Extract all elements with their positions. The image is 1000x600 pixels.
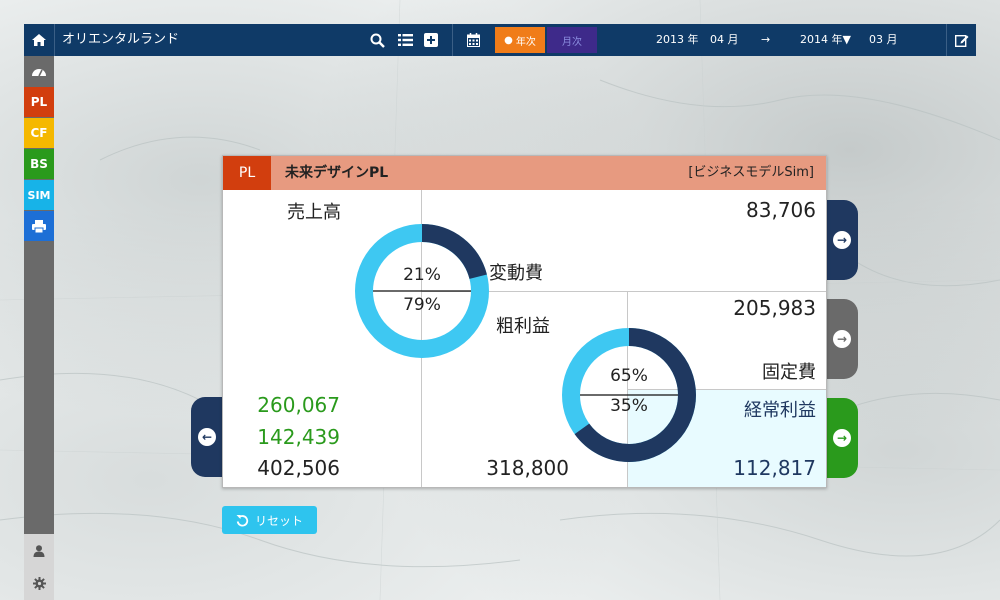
gear-icon: [32, 576, 46, 590]
variable-cost-arrow-tab[interactable]: →: [826, 200, 858, 280]
start-month[interactable]: 04 月: [710, 24, 739, 56]
end-year-select[interactable]: 2014 年▼: [800, 24, 851, 56]
search-button[interactable]: [368, 24, 386, 56]
fixed-cost-value: 205,983: [733, 296, 816, 320]
card-title: 未来デザインPL: [285, 165, 389, 181]
donut1-top-percent: 21%: [403, 265, 441, 285]
user-button[interactable]: [24, 536, 54, 566]
settings-button[interactable]: [24, 568, 54, 598]
end-month[interactable]: 03 月: [869, 24, 898, 56]
year-toggle-button[interactable]: ● 年次: [495, 27, 545, 53]
left-value-1: 260,067: [257, 393, 340, 417]
calendar-icon: [466, 33, 480, 47]
top-bar: オリエンタルランド ● 年次 月次 2013 年 04 月 → 2014 年▼ 0…: [24, 24, 976, 56]
edit-icon: [955, 35, 969, 47]
arrow-right-icon: →: [833, 231, 851, 249]
home-button[interactable]: [24, 24, 55, 56]
donut-chart-fixed-cost: [562, 328, 696, 462]
sidebar-item-cf[interactable]: CF: [24, 118, 54, 148]
donut1-bottom-percent: 79%: [403, 295, 441, 315]
donut2-bottom-percent: 35%: [610, 396, 648, 416]
sidebar-item-dashboard[interactable]: [24, 56, 54, 86]
list-icon: [397, 34, 413, 46]
selected-dot-icon: ●: [504, 34, 513, 46]
sales-label: 売上高: [287, 202, 341, 223]
app-title: オリエンタルランド: [62, 32, 180, 47]
toolbar-divider: [452, 24, 453, 56]
donut2-top-percent: 65%: [610, 366, 648, 386]
user-icon: [33, 545, 45, 557]
card-header: PL 未来デザインPL [ビジネスモデルSim]: [223, 156, 826, 190]
gross-profit-label: 粗利益: [496, 316, 550, 337]
fixed-cost-arrow-tab[interactable]: →: [826, 299, 858, 379]
sidebar-item-sim[interactable]: SIM: [24, 180, 54, 210]
arrow-left-icon: ←: [198, 428, 216, 446]
add-button[interactable]: [422, 24, 440, 56]
variable-cost-label: 変動費: [489, 263, 543, 284]
edit-button[interactable]: [950, 24, 974, 56]
ordinary-profit-label: 経常利益: [744, 400, 816, 421]
arrow-right-icon: →: [833, 429, 851, 447]
month-toggle-button[interactable]: 月次: [547, 27, 597, 53]
sidebar: PL CF BS SIM: [24, 56, 54, 600]
list-button[interactable]: [396, 24, 414, 56]
center-value: 318,800: [486, 456, 569, 480]
ordinary-profit-value: 112,817: [733, 456, 816, 480]
fixed-cost-label: 固定費: [762, 362, 816, 383]
pl-card: PL 未来デザインPL [ビジネスモデルSim] 売上高 83,706 変動費 …: [222, 155, 827, 488]
toolbar-divider: [946, 24, 947, 56]
sidebar-footer: [24, 534, 54, 600]
pl-badge: PL: [223, 156, 271, 190]
print-icon: [32, 219, 46, 233]
period-arrow: →: [761, 33, 771, 46]
home-icon: [32, 34, 46, 46]
undo-icon: [236, 514, 249, 527]
donut-chart-variable-cost: [355, 224, 489, 358]
plus-square-icon: [424, 33, 438, 47]
sidebar-item-pl[interactable]: PL: [24, 87, 54, 117]
sidebar-item-print[interactable]: [24, 211, 54, 241]
left-value-2: 142,439: [257, 425, 340, 449]
search-icon: [370, 33, 385, 48]
ordinary-profit-arrow-tab[interactable]: →: [826, 398, 858, 478]
arrow-right-icon: →: [833, 330, 851, 348]
business-model-sim-tag[interactable]: [ビジネスモデルSim]: [688, 156, 814, 190]
sales-value: 83,706: [746, 198, 816, 222]
start-year[interactable]: 2013 年: [656, 24, 699, 56]
dashboard-icon: [32, 69, 46, 77]
calendar-button[interactable]: [464, 24, 482, 56]
reset-button[interactable]: リセット: [222, 506, 317, 534]
left-value-3: 402,506: [257, 456, 340, 480]
sidebar-item-bs[interactable]: BS: [24, 149, 54, 179]
prev-arrow-tab[interactable]: ←: [191, 397, 223, 477]
